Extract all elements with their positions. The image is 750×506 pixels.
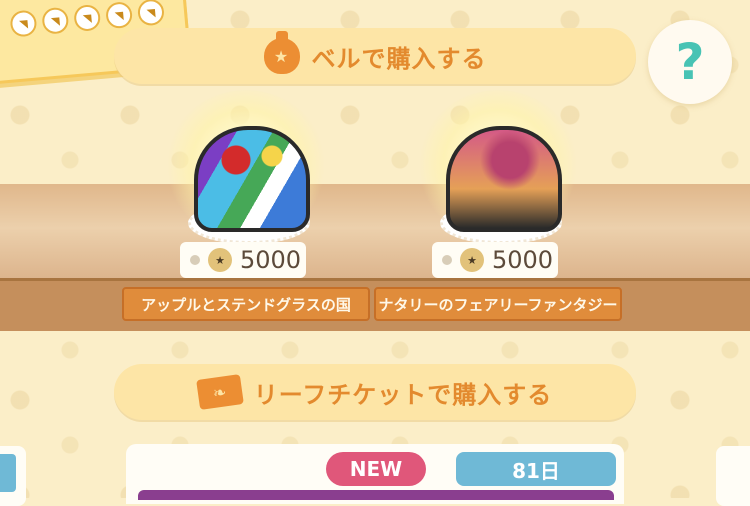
item-card-stained-glass[interactable]: ★ 5000 アップルとステンドグラスの国 (122, 90, 370, 322)
item-preview-strip (138, 490, 614, 500)
shelf-top (0, 184, 750, 282)
hat-icon (194, 126, 310, 232)
leaf-ticket-icon: ❧ (195, 374, 244, 410)
bell-bag-icon: ★ (460, 248, 484, 272)
tag-hole (190, 255, 200, 265)
item-card-fairy[interactable]: ★ 5000 ナタリーのフェアリーファンタジー (374, 90, 622, 322)
stamp-icon: ◥ (136, 0, 166, 27)
help-button[interactable]: ? (648, 20, 732, 104)
stamp-icon: ◥ (73, 3, 102, 33)
stamp-icon: ◥ (9, 9, 38, 38)
item-name-label: ナタリーのフェアリーファンタジー (374, 287, 622, 321)
item-name-label: アップルとステンドグラスの国 (122, 287, 370, 321)
bell-bag-icon: ★ (208, 248, 232, 272)
days-remaining-badge: 81日 (456, 452, 616, 486)
help-label: ? (675, 33, 705, 91)
buy-with-leaf-tickets-header: ❧ リーフチケットで購入する (114, 364, 636, 420)
side-card-right[interactable] (716, 446, 750, 506)
tag-hole (442, 255, 452, 265)
hat-icon (446, 126, 562, 232)
stamp-icon: ◥ (41, 6, 70, 35)
buy-with-bells-header: ★ ベルで購入する (114, 28, 636, 84)
new-badge: NEW (326, 452, 426, 486)
buy-with-leaf-label: リーフチケットで購入する (253, 380, 553, 409)
price-tag: ★ 5000 (180, 242, 306, 278)
price-tag: ★ 5000 (432, 242, 558, 278)
side-card-left[interactable] (0, 446, 26, 506)
bell-bag-icon: ★ (263, 31, 300, 74)
price-value: 5000 (492, 246, 554, 274)
stamp-icon: ◥ (105, 1, 134, 30)
buy-with-bells-label: ベルで購入する (311, 44, 487, 73)
price-value: 5000 (240, 246, 302, 274)
